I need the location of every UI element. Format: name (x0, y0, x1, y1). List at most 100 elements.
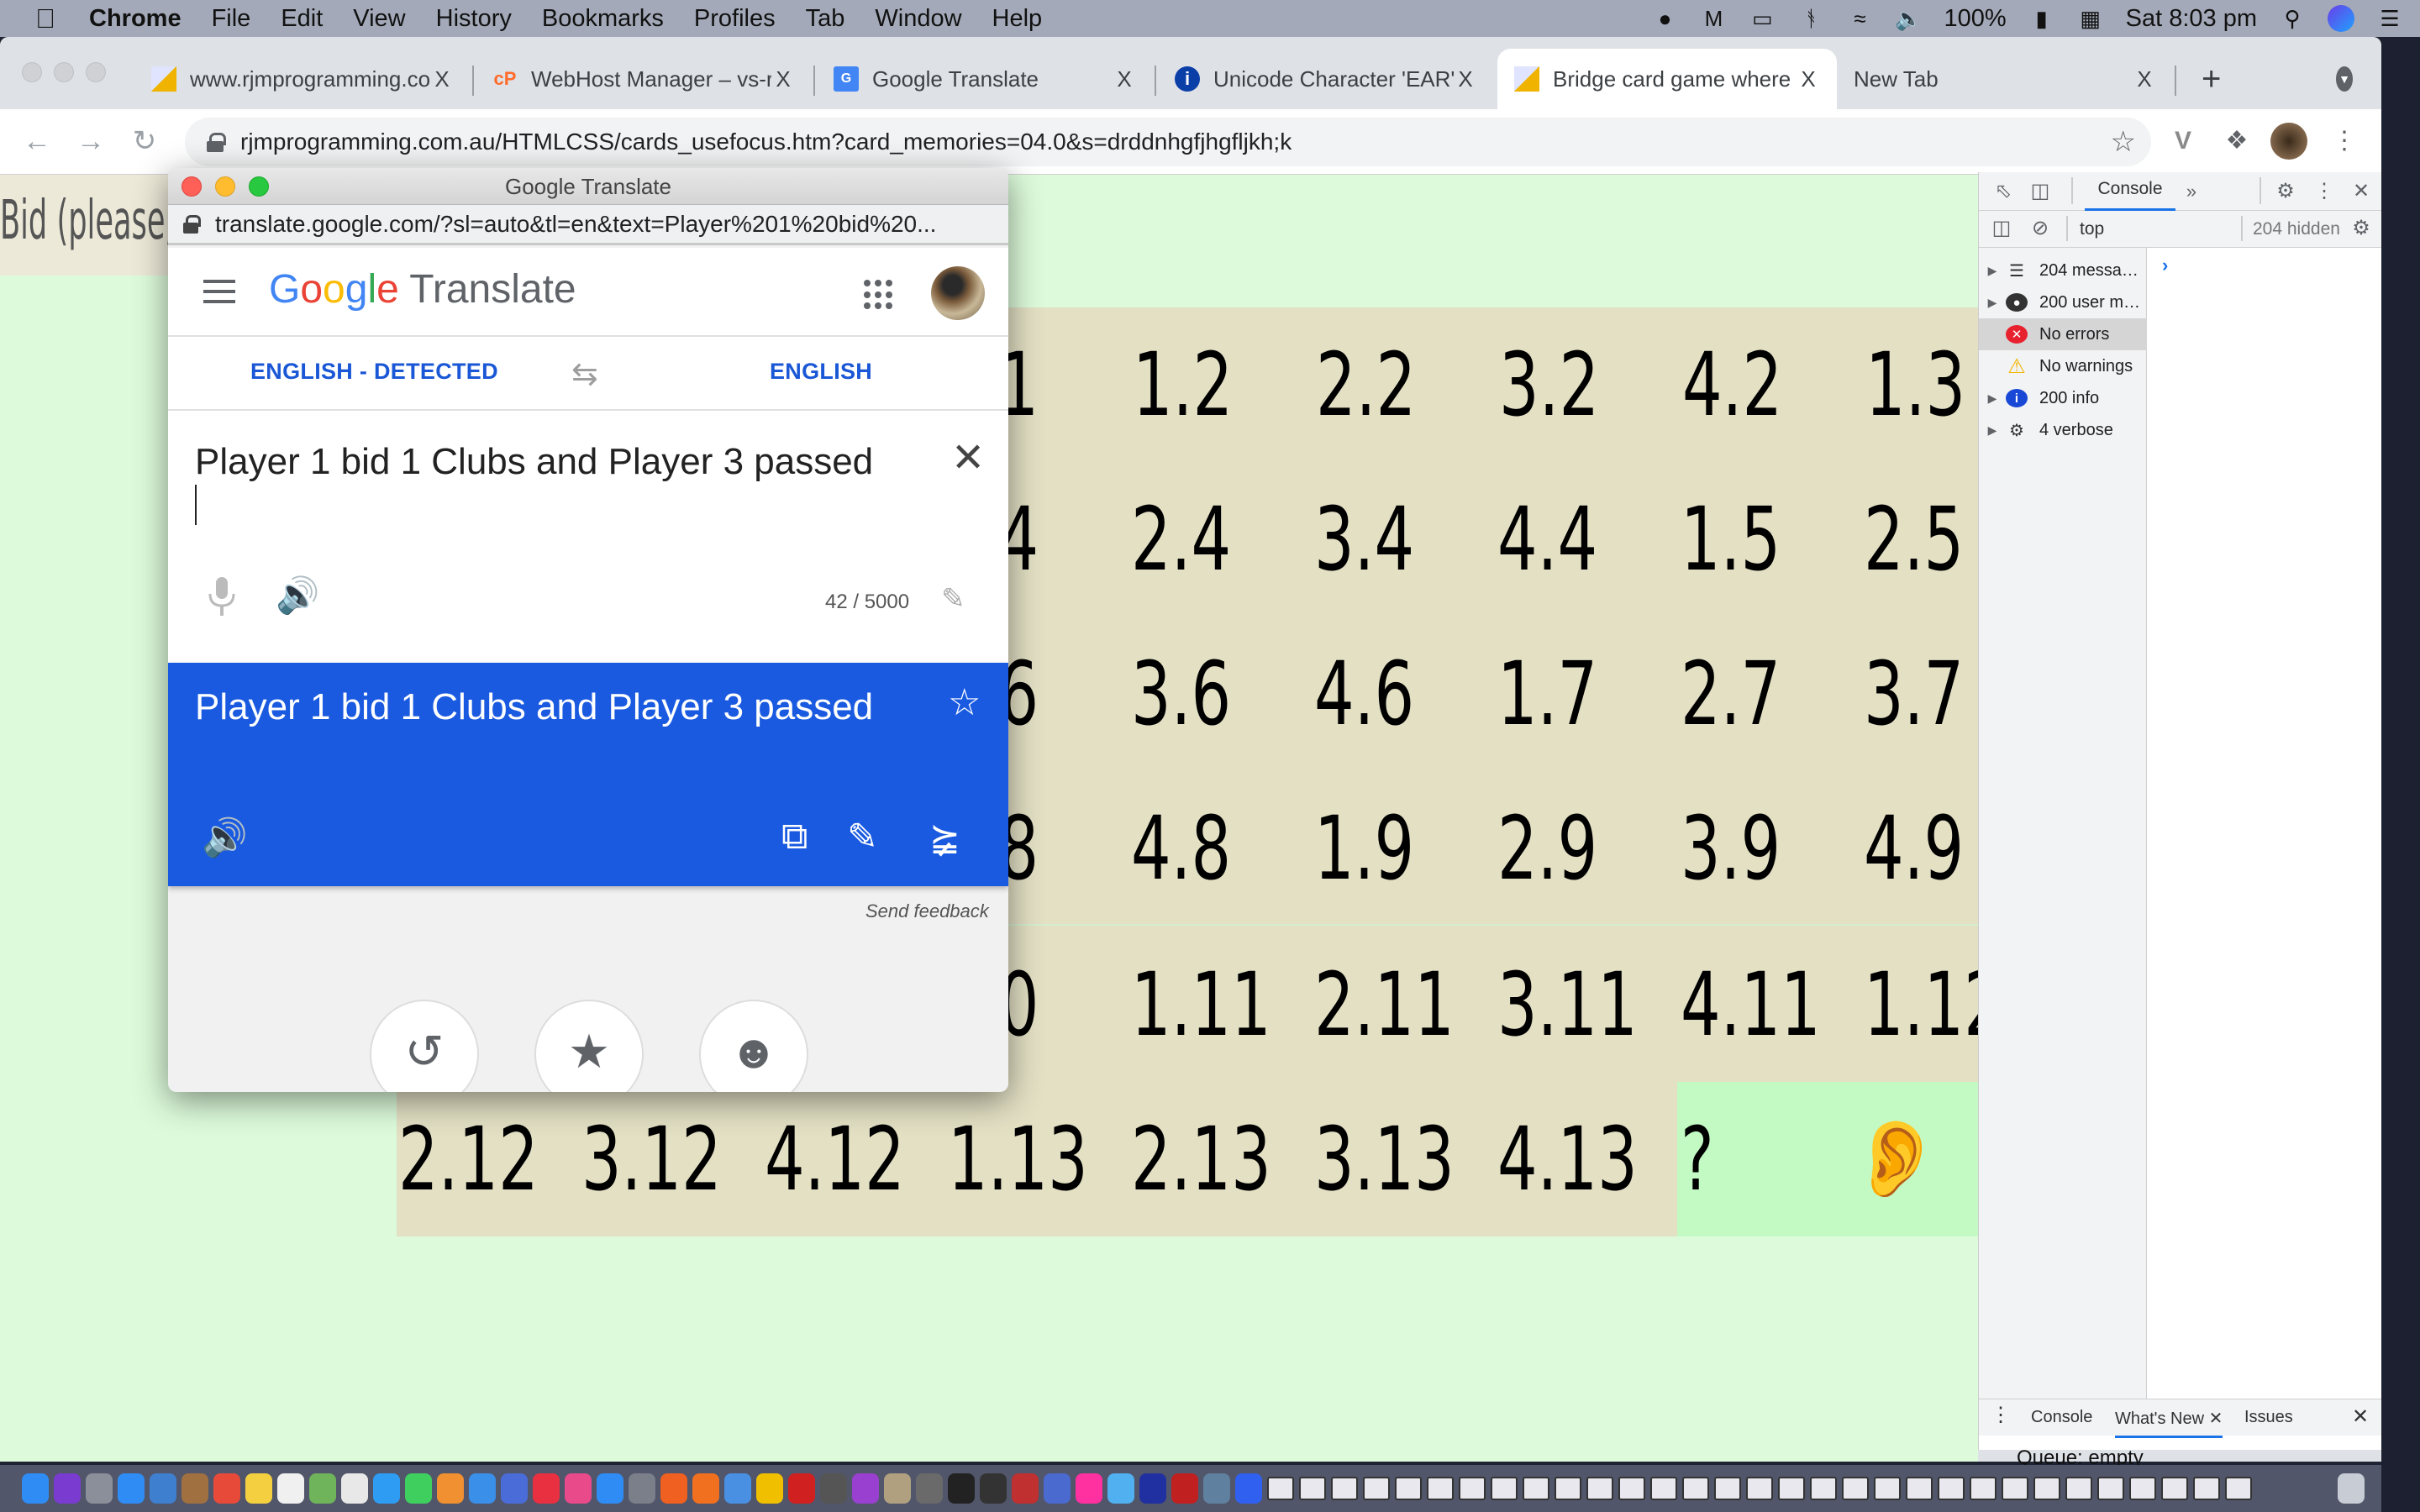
dock-app-icon[interactable] (2097, 1477, 2124, 1500)
address-url[interactable]: rjmprogramming.com.au/HTMLCSS/cards_usef… (240, 129, 1292, 155)
drawer-tab-close-icon[interactable]: ✕ (2209, 1410, 2223, 1428)
dock-app-icon[interactable] (86, 1473, 113, 1504)
sidebar-item-info[interactable]: ▶ i 200 info (1979, 382, 2147, 414)
tab-close-icon[interactable]: X (1797, 66, 1820, 92)
dock-app-icon[interactable] (1139, 1473, 1166, 1504)
forward-button[interactable]: → (74, 124, 108, 158)
siri-icon[interactable] (2328, 5, 2354, 32)
drawer-close-icon[interactable]: ✕ (2352, 1404, 2369, 1429)
menu-profiles[interactable]: Profiles (694, 5, 776, 33)
dock-app-icon[interactable] (245, 1473, 272, 1504)
hamburger-menu-icon[interactable] (203, 280, 235, 303)
profile-avatar[interactable] (2270, 123, 2307, 160)
devtools-tab-console[interactable]: Console (2085, 172, 2175, 211)
dock-app-icon[interactable] (1491, 1477, 1518, 1500)
dock-app-icon[interactable] (533, 1473, 560, 1504)
expand-arrow-icon[interactable]: ▶ (1979, 296, 2006, 310)
dock-app-icon[interactable] (692, 1473, 719, 1504)
dock-app-icon[interactable] (54, 1473, 81, 1504)
dock-app-icon[interactable] (884, 1473, 911, 1504)
card-cell[interactable]: 1.13 (948, 1082, 1088, 1236)
source-text-area[interactable]: Player 1 bid 1 Clubs and Player 3 passed… (168, 411, 1008, 663)
card-cell[interactable]: 2.5 (1864, 462, 1964, 617)
devtools-menu-icon[interactable]: ⋮ (2312, 179, 2337, 204)
drawer-menu-icon[interactable]: ⋮ (1991, 1403, 2011, 1427)
vue-devtools-extension-icon[interactable]: V (2165, 123, 2202, 160)
dock-app-icon[interactable] (469, 1473, 496, 1504)
card-cell[interactable]: 1.9 (1314, 771, 1414, 926)
dock-app-icon[interactable] (2129, 1477, 2156, 1500)
dock-app-icon[interactable] (1044, 1473, 1071, 1504)
tab-close-icon[interactable]: X (430, 66, 454, 92)
sidebar-item-warnings[interactable]: ⚠ No warnings (1979, 350, 2147, 382)
dock-app-icon[interactable] (1235, 1473, 1262, 1504)
dock-app-icon[interactable] (309, 1473, 336, 1504)
dock-app-icon[interactable] (1874, 1477, 1901, 1500)
notification-center-icon[interactable]: ☰ (2376, 5, 2403, 32)
inspect-element-icon[interactable]: ⬁ (1991, 179, 2016, 204)
bookmark-star-icon[interactable]: ☆ (2111, 125, 2136, 159)
dock-app-icon[interactable] (2161, 1477, 2188, 1500)
card-cell[interactable]: 2.12 (398, 1082, 539, 1236)
airplay-icon[interactable]: ▭ (1749, 5, 1776, 32)
dock-app-icon[interactable] (597, 1473, 623, 1504)
spotlight-search-icon[interactable]: ⚲ (2279, 5, 2306, 32)
dock-app-icon[interactable] (820, 1473, 847, 1504)
tab-rjmprogramming[interactable]: www.rjmprogramming.co X (134, 49, 471, 109)
tab-bridge-card-game[interactable]: Bridge card game where X (1497, 49, 1837, 109)
popup-close-button[interactable] (182, 176, 202, 197)
menu-history[interactable]: History (436, 5, 512, 33)
save-translation-star-icon[interactable]: ☆ (948, 681, 981, 724)
sidebar-toggle-icon[interactable]: ◫ (1989, 216, 2014, 241)
bluetooth-icon[interactable]: ᚬ (1797, 5, 1824, 32)
dock-app-icon[interactable] (1682, 1477, 1709, 1500)
volume-icon[interactable]: 🔈 (1895, 5, 1922, 32)
address-bar[interactable]: rjmprogramming.com.au/HTMLCSS/cards_usef… (185, 118, 2151, 166)
menu-view[interactable]: View (353, 5, 405, 33)
tab-close-icon[interactable]: X (2133, 66, 2156, 92)
apple-menu-icon[interactable]:  (22, 3, 69, 34)
dock-app-icon[interactable] (1107, 1473, 1134, 1504)
dock-app-icon[interactable] (150, 1473, 176, 1504)
menu-clock[interactable]: Sat 8:03 pm (2126, 5, 2257, 33)
card-cell[interactable]: 1.7 (1497, 617, 1597, 771)
clear-text-icon[interactable]: ✕ (951, 434, 985, 481)
dock-app-icon[interactable] (1523, 1477, 1549, 1500)
card-cell[interactable]: 3.12 (581, 1082, 722, 1236)
trash-icon[interactable] (2338, 1473, 2365, 1504)
source-language-button[interactable]: ENGLISH - DETECTED (250, 359, 498, 385)
dock-app-icon[interactable] (1459, 1477, 1486, 1500)
dock-app-icon[interactable] (1267, 1477, 1294, 1500)
dock-app-icon[interactable] (2002, 1477, 2028, 1500)
dock-app-icon[interactable] (1842, 1477, 1869, 1500)
sidebar-item-errors[interactable]: ✕ No errors (1979, 318, 2147, 350)
dock-app-icon[interactable] (1363, 1477, 1390, 1500)
tab-close-icon[interactable]: X (1454, 66, 1477, 92)
dock-app-icon[interactable] (1906, 1477, 1933, 1500)
dock-app-icon[interactable] (980, 1473, 1007, 1504)
dock-app-icon[interactable] (373, 1473, 400, 1504)
dock-app-icon[interactable] (724, 1473, 751, 1504)
google-apps-icon[interactable] (864, 280, 894, 310)
dock-app-icon[interactable] (22, 1473, 49, 1504)
dock-app-icon[interactable] (1778, 1477, 1805, 1500)
card-cell[interactable]: 1.12 (1864, 927, 1978, 1082)
more-tabs-icon[interactable]: » (2179, 179, 2204, 204)
card-cell[interactable]: 3.13 (1314, 1082, 1455, 1236)
source-text[interactable]: Player 1 bid 1 Clubs and Player 3 passed (195, 441, 873, 483)
dock-app-icon[interactable] (660, 1473, 687, 1504)
card-cell[interactable]: 2.9 (1497, 771, 1597, 926)
card-cell[interactable]: 3.6 (1131, 617, 1231, 771)
card-cell[interactable]: 1.2 (1133, 307, 1233, 462)
dock-app-icon[interactable] (1650, 1477, 1677, 1500)
card-cell[interactable]: 1.3 (1865, 307, 1965, 462)
community-button[interactable]: ☻ (699, 1000, 808, 1092)
card-cell[interactable]: 4.11 (1681, 927, 1821, 1082)
menu-app-chrome[interactable]: Chrome (89, 5, 182, 33)
lock-icon[interactable] (207, 133, 226, 152)
edit-translation-pencil-icon[interactable]: ✎ (847, 816, 878, 858)
card-cell[interactable]: 4.6 (1314, 617, 1414, 771)
devtools-settings-icon[interactable]: ⚙ (2273, 179, 2298, 204)
dock-app-icon[interactable] (277, 1473, 304, 1504)
dock-app-icon[interactable] (852, 1473, 879, 1504)
